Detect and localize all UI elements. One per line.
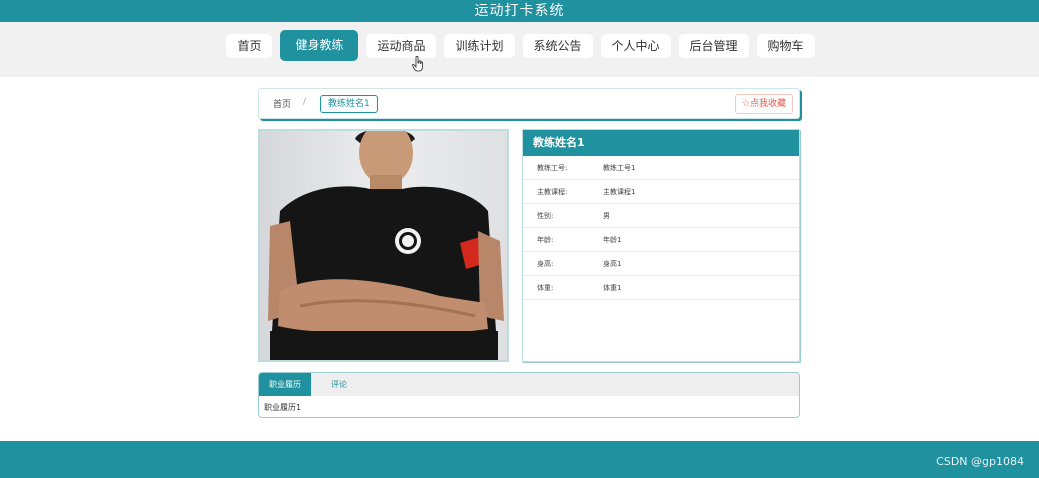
footer: CSDN @gp1084 <box>0 441 1039 478</box>
watermark: CSDN @gp1084 <box>936 455 1024 468</box>
info-row-course: 主教课程: 主教课程1 <box>523 180 799 204</box>
info-value: 体重1 <box>603 284 622 292</box>
info-row-height: 身高: 身高1 <box>523 252 799 276</box>
nav-item-coaches[interactable]: 健身教练 <box>280 30 359 61</box>
info-value: 教练工号1 <box>603 164 636 172</box>
coach-photo-image <box>260 131 507 360</box>
info-label: 年龄: <box>537 236 554 244</box>
coach-name-heading: 教练姓名1 <box>523 130 799 156</box>
main-nav: 首页 健身教练 运动商品 训练计划 系统公告 个人中心 后台管理 购物车 <box>0 30 1039 61</box>
info-row-id: 教练工号: 教练工号1 <box>523 156 799 180</box>
breadcrumb-current: 教练姓名1 <box>320 95 378 113</box>
nav-item-announcements[interactable]: 系统公告 <box>522 34 593 58</box>
info-label: 教练工号: <box>537 164 568 172</box>
nav-item-home[interactable]: 首页 <box>226 34 273 58</box>
info-label: 主教课程: <box>537 188 568 196</box>
nav-item-cart[interactable]: 购物车 <box>756 34 815 58</box>
breadcrumb-separator: / <box>303 97 307 107</box>
nav-band: 首页 健身教练 运动商品 训练计划 系统公告 个人中心 后台管理 购物车 <box>0 22 1039 77</box>
hand-pointer-cursor-icon <box>412 56 423 72</box>
info-row-weight: 体重: 体重1 <box>523 276 799 300</box>
site-title: 运动打卡系统 <box>474 3 565 19</box>
nav-item-personal-center[interactable]: 个人中心 <box>600 34 671 58</box>
nav-item-products[interactable]: 运动商品 <box>366 34 437 58</box>
tab-strip: 职业履历 评论 <box>259 373 799 396</box>
info-value: 主教课程1 <box>603 188 636 196</box>
nav-item-training-plans[interactable]: 训练计划 <box>444 34 515 58</box>
info-label: 性别: <box>537 212 554 220</box>
favorite-button[interactable]: ☆点我收藏 <box>734 94 793 114</box>
info-value: 男 <box>603 212 610 220</box>
info-value: 身高1 <box>603 260 622 268</box>
breadcrumb-home[interactable]: 首页 <box>273 97 291 110</box>
breadcrumb-bar: 首页 / 教练姓名1 ☆点我收藏 <box>258 88 800 119</box>
top-header: 运动打卡系统 <box>0 0 1039 22</box>
info-value: 年龄1 <box>603 236 622 244</box>
info-row-age: 年龄: 年龄1 <box>523 228 799 252</box>
coach-photo <box>258 129 509 362</box>
nav-item-admin[interactable]: 后台管理 <box>678 34 749 58</box>
info-label: 身高: <box>537 260 554 268</box>
detail-tabs: 职业履历 评论 职业履历1 <box>258 372 800 418</box>
tab-career-history[interactable]: 职业履历 <box>259 373 311 396</box>
info-row-gender: 性别: 男 <box>523 204 799 228</box>
tab-content: 职业履历1 <box>264 403 302 412</box>
coach-info-panel: 教练姓名1 教练工号: 教练工号1 主教课程: 主教课程1 性别: 男 年龄: … <box>522 129 800 362</box>
info-label: 体重: <box>537 284 554 292</box>
tab-comments[interactable]: 评论 <box>311 373 367 396</box>
